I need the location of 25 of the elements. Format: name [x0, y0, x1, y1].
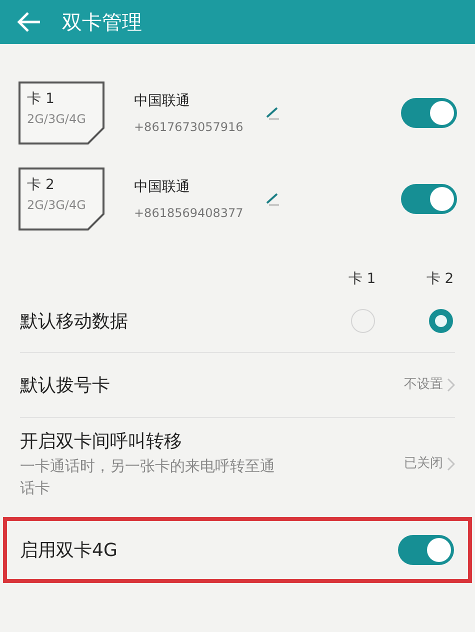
edit-icon[interactable] [265, 192, 282, 206]
column-header: 卡 1 [347, 270, 377, 289]
edit-icon[interactable] [265, 106, 282, 120]
network-bands: 2G/3G/4G [27, 196, 106, 214]
carrier-name: 中国联通 [134, 178, 191, 196]
phone-number: +8617673057916 [134, 118, 244, 136]
toggle-switch[interactable] [398, 535, 454, 565]
setting-title: 默认拨号卡 [20, 374, 111, 398]
column-header: 卡 2 [425, 270, 455, 289]
back-icon[interactable] [16, 11, 42, 33]
setting-title: 默认移动数据 [20, 310, 129, 334]
radio-button[interactable] [429, 309, 453, 333]
toggle-switch[interactable] [401, 184, 457, 214]
carrier-name: 中国联通 [134, 92, 191, 110]
toggle-switch[interactable] [401, 98, 457, 128]
setting-title: 启用双卡4G [20, 538, 118, 562]
setting-title: 开启双卡间呼叫转移 [20, 430, 183, 454]
setting-value[interactable]: 已关闭 [404, 454, 443, 474]
network-bands: 2G/3G/4G [27, 110, 106, 128]
sim-label: 卡 1 [27, 90, 56, 109]
sim-label: 卡 2 [27, 176, 56, 195]
setting-description: 一卡通话时，另一张卡的来电呼转至通话卡 [20, 456, 276, 499]
page-title: 双卡管理 [62, 9, 142, 36]
phone-number: +8618569408377 [134, 204, 244, 222]
setting-value[interactable]: 不设置 [404, 375, 443, 395]
